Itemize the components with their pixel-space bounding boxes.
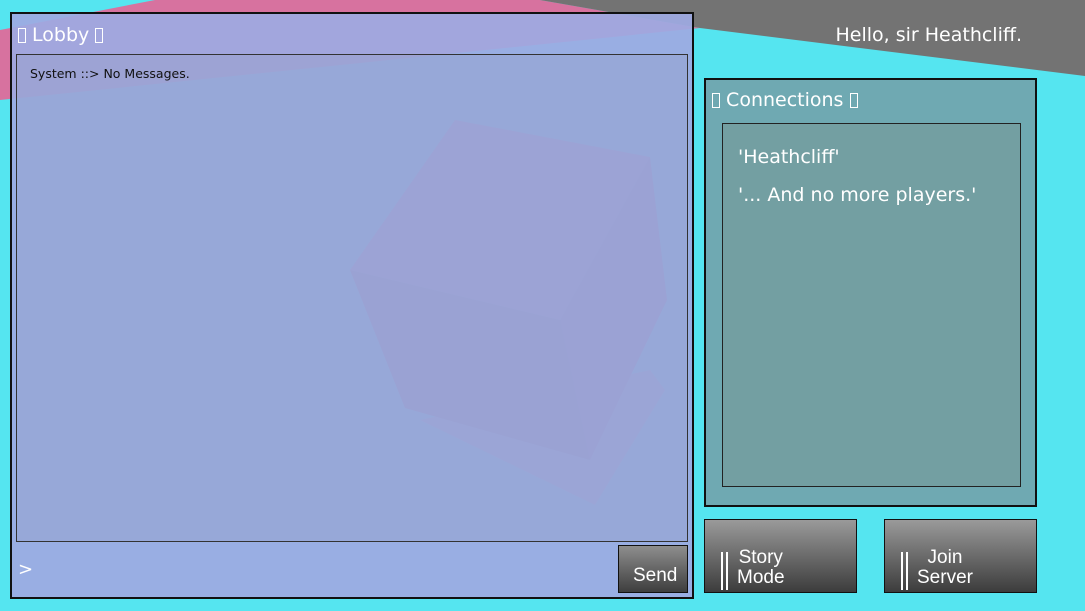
lobby-title: Lobby bbox=[18, 24, 104, 46]
player-list[interactable]: 'Heathcliff' '... And no more players.' bbox=[722, 123, 1021, 487]
greeting-text: Hello, sir Heathcliff. bbox=[835, 24, 1022, 46]
connections-title: Connections bbox=[712, 89, 858, 111]
connections-title-label: Connections bbox=[726, 89, 844, 111]
box-icon bbox=[95, 28, 104, 43]
player-list-item: '... And no more players.' bbox=[738, 184, 977, 206]
chat-message: System ::> No Messages. bbox=[30, 66, 190, 81]
box-icon bbox=[18, 28, 26, 43]
story-mode-label: Story Mode bbox=[737, 547, 785, 588]
join-server-label: Join Server bbox=[917, 547, 973, 588]
lobby-title-label: Lobby bbox=[32, 24, 90, 46]
chat-message-area[interactable]: System ::> No Messages. bbox=[16, 54, 688, 542]
bars-icon bbox=[721, 552, 728, 590]
send-button[interactable]: Send bbox=[618, 545, 688, 593]
join-server-button[interactable]: Join Server bbox=[884, 519, 1037, 593]
chat-input[interactable] bbox=[16, 554, 616, 584]
bars-icon bbox=[901, 552, 908, 590]
story-mode-button[interactable]: Story Mode bbox=[704, 519, 857, 593]
send-button-label: Send bbox=[633, 565, 678, 586]
player-list-item: 'Heathcliff' bbox=[738, 146, 840, 168]
box-icon bbox=[712, 93, 720, 108]
box-icon bbox=[849, 93, 858, 108]
lobby-panel: Lobby System ::> No Messages. Send bbox=[10, 12, 694, 599]
connections-panel: Connections 'Heathcliff' '... And no mor… bbox=[704, 78, 1037, 507]
